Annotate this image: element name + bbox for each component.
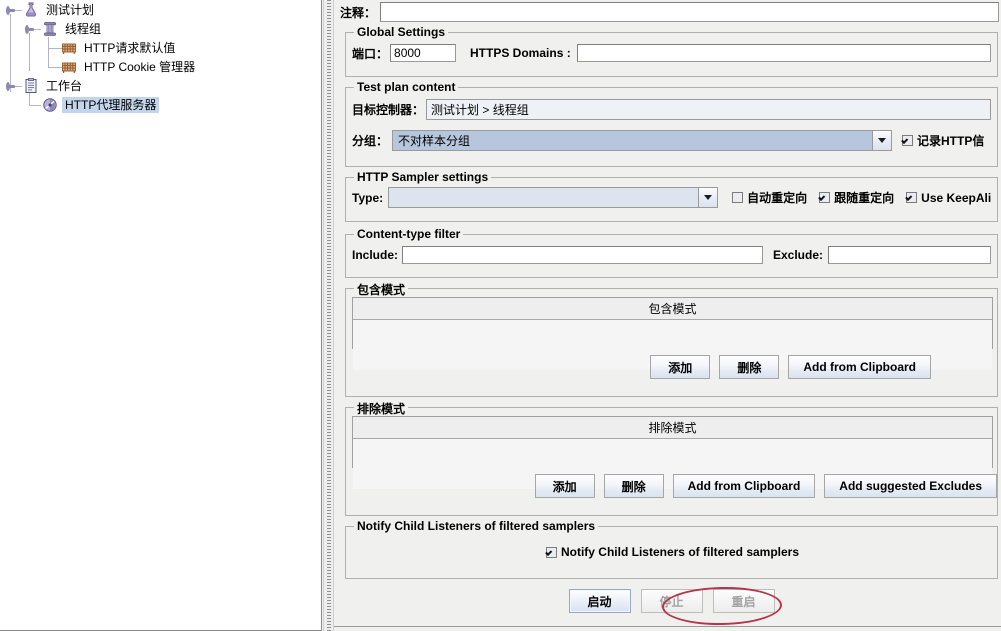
- include-add-from-clipboard-button[interactable]: Add from Clipboard: [788, 355, 931, 379]
- exclude-add-button[interactable]: 添加: [534, 474, 595, 498]
- comment-label: 注释：: [340, 5, 377, 20]
- record-http-label: 记录HTTP信: [917, 134, 985, 148]
- http-defaults-icon: [60, 39, 78, 57]
- tree-node-label: 测试计划: [46, 3, 95, 17]
- http-cookie-manager-icon: [60, 58, 78, 76]
- include-label: Include:: [352, 248, 399, 262]
- workbench-icon: [22, 77, 40, 95]
- https-domains-input[interactable]: [576, 44, 991, 62]
- exclude-add-suggested-button[interactable]: Add suggested Excludes: [824, 474, 997, 498]
- content-type-filter-title: Content-type filter: [354, 227, 464, 241]
- grouping-label: 分组：: [352, 134, 389, 148]
- checkbox-box[interactable]: [906, 192, 918, 203]
- http-sampler-settings-group: HTTP Sampler settings Type: 自动重定向 跟随重定向: [345, 170, 998, 222]
- checkbox-box[interactable]: [902, 135, 914, 146]
- tree-node-label: 工作台: [46, 79, 83, 93]
- auto-redirect-label: 自动重定向: [747, 191, 808, 205]
- test-plan-content-group: Test plan content 目标控制器： 测试计划 > 线程组 分组： …: [345, 80, 998, 167]
- use-keepalive-checkbox[interactable]: Use KeepAli: [906, 191, 991, 205]
- tree-node-label: HTTP代理服务器: [62, 97, 160, 113]
- thread-group-icon: [41, 20, 59, 38]
- port-input[interactable]: [390, 44, 457, 62]
- splitter-grip[interactable]: [327, 0, 331, 631]
- tree-expand-handle[interactable]: [6, 82, 15, 91]
- include-patterns-column-header[interactable]: 包含模式: [353, 298, 992, 320]
- record-http-checkbox[interactable]: 记录HTTP信: [902, 132, 984, 149]
- panel-splitter[interactable]: [323, 0, 334, 631]
- content-type-filter-group: Content-type filter Include: Exclude:: [345, 227, 998, 278]
- tree-line: [10, 14, 11, 92]
- target-controller-label: 目标控制器：: [352, 103, 425, 117]
- include-patterns-group: 包含模式 包含模式 添加 删除 Add from Clipboard: [345, 281, 998, 397]
- target-controller-value: 测试计划 > 线程组: [431, 103, 529, 117]
- exclude-patterns-table[interactable]: 排除模式: [352, 416, 993, 489]
- test-plan-icon: [22, 1, 40, 19]
- checkbox-box[interactable]: [732, 192, 744, 203]
- tree-line: [29, 33, 30, 71]
- port-label: 端口：: [352, 46, 389, 61]
- http-sampler-settings-title: HTTP Sampler settings: [354, 170, 492, 184]
- tree-expand-handle[interactable]: [25, 25, 34, 34]
- comment-input[interactable]: [380, 2, 999, 22]
- notify-child-listeners-group: Notify Child Listeners of filtered sampl…: [345, 519, 998, 579]
- include-delete-button[interactable]: 删除: [719, 355, 780, 379]
- include-add-button[interactable]: 添加: [650, 355, 711, 379]
- tree-node-label: HTTP Cookie 管理器: [84, 60, 196, 74]
- tree-node-http-defaults[interactable]: HTTP请求默认值: [60, 39, 178, 57]
- checkbox-box[interactable]: [545, 546, 557, 558]
- notify-child-listeners-checkbox[interactable]: Notify Child Listeners of filtered sampl…: [545, 545, 800, 559]
- tree-line: [29, 105, 41, 106]
- tree-node-label: HTTP请求默认值: [84, 41, 176, 55]
- tree-expand-handle[interactable]: [6, 6, 15, 15]
- panel-bottom-border: [334, 626, 1001, 627]
- exclude-label: Exclude:: [772, 248, 823, 262]
- tree-node-http-cookie-manager[interactable]: HTTP Cookie 管理器: [60, 58, 198, 76]
- include-patterns-buttons: 添加 删除 Add from Clipboard: [352, 355, 993, 379]
- https-domains-label: HTTPS Domains :: [470, 46, 571, 60]
- follow-redirect-label: 跟随重定向: [834, 191, 895, 205]
- follow-redirect-checkbox[interactable]: 跟随重定向: [819, 189, 894, 206]
- exclude-add-from-clipboard-button[interactable]: Add from Clipboard: [672, 474, 816, 498]
- proxy-action-buttons: 启动 停止 重启: [345, 589, 998, 613]
- exclude-delete-button[interactable]: 删除: [603, 474, 664, 498]
- http-proxy-server-config-panel: 注释： Global Settings 端口： HTTPS Domains : …: [334, 0, 1001, 631]
- target-controller-combo[interactable]: 测试计划 > 线程组: [426, 99, 991, 120]
- grouping-value: 不对样本分组: [398, 134, 471, 148]
- use-keepalive-label: Use KeepAli: [921, 190, 992, 205]
- auto-redirect-checkbox[interactable]: 自动重定向: [732, 189, 807, 206]
- exclude-patterns-column-header[interactable]: 排除模式: [353, 417, 992, 439]
- test-plan-tree-panel[interactable]: 测试计划 线程组 HTTP请求默认值 HTTP Cookie 管理器 工作台 H…: [0, 0, 322, 631]
- tree-line: [48, 37, 49, 68]
- exclude-patterns-buttons: 添加 删除 Add from Clipboard Add suggested E…: [352, 474, 997, 498]
- comment-row: 注释：: [336, 2, 1001, 22]
- start-button[interactable]: 启动: [568, 589, 631, 613]
- notify-child-listeners-title: Notify Child Listeners of filtered sampl…: [354, 519, 599, 533]
- chevron-down-icon[interactable]: [698, 188, 718, 207]
- chevron-down-icon[interactable]: [872, 131, 892, 150]
- type-label: Type:: [352, 190, 384, 205]
- tree-node-label: 线程组: [65, 22, 102, 36]
- notify-child-listeners-label: Notify Child Listeners of filtered sampl…: [560, 545, 800, 559]
- include-content-type-input[interactable]: [402, 246, 763, 264]
- exclude-patterns-group: 排除模式 排除模式 添加 删除 Add from Clipboard Add s…: [345, 400, 998, 516]
- test-plan-content-title: Test plan content: [354, 80, 459, 94]
- type-combo[interactable]: [388, 187, 719, 208]
- stop-button[interactable]: 停止: [640, 589, 703, 613]
- checkbox-box[interactable]: [819, 192, 831, 203]
- exclude-content-type-input[interactable]: [828, 246, 991, 264]
- tree-node-thread-group[interactable]: 线程组: [41, 20, 104, 38]
- exclude-patterns-title: 排除模式: [354, 400, 409, 417]
- include-patterns-table[interactable]: 包含模式: [352, 297, 993, 370]
- global-settings-title: Global Settings: [354, 25, 449, 39]
- restart-button[interactable]: 重启: [712, 589, 775, 613]
- global-settings-group: Global Settings 端口： HTTPS Domains :: [345, 25, 998, 77]
- grouping-combo[interactable]: 不对样本分组: [392, 130, 893, 151]
- tree-node-test-plan[interactable]: 测试计划: [22, 1, 97, 19]
- jmeter-window: 测试计划 线程组 HTTP请求默认值 HTTP Cookie 管理器 工作台 H…: [0, 0, 1001, 631]
- tree-node-workbench[interactable]: 工作台: [22, 77, 85, 95]
- tree-node-http-proxy-server[interactable]: HTTP代理服务器: [41, 96, 160, 114]
- http-proxy-server-icon: [41, 96, 59, 114]
- include-patterns-title: 包含模式: [354, 281, 409, 298]
